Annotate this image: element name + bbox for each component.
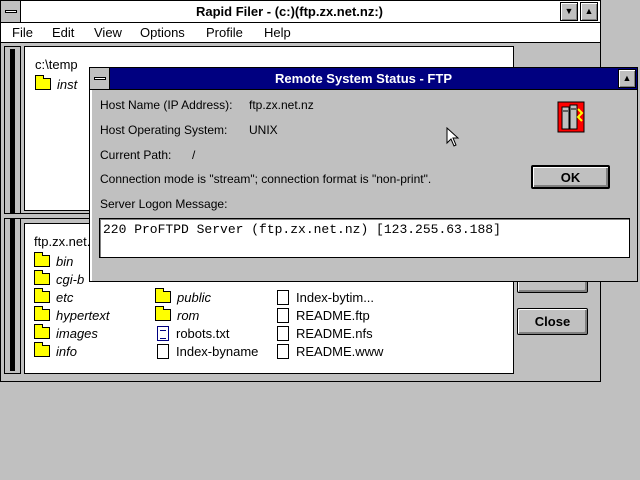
list-item[interactable]: bin (34, 252, 73, 270)
file-icon (277, 325, 289, 341)
menu-view[interactable]: View (94, 25, 122, 40)
logon-message-box: 220 ProFTPD Server (ftp.zx.net.nz) [123.… (99, 218, 630, 258)
file-icon (277, 289, 289, 305)
host-os-label: Host Operating System: (100, 123, 228, 137)
list-item[interactable]: cgi-b (34, 270, 84, 288)
list-item[interactable]: public (155, 288, 211, 306)
folder-icon (35, 75, 51, 90)
list-item[interactable]: Index-byname (157, 342, 258, 360)
list-item[interactable]: README.www (277, 342, 383, 360)
folder-icon (34, 324, 50, 339)
folder-icon (34, 306, 50, 321)
folder-icon (34, 342, 50, 357)
folder-icon (34, 252, 50, 267)
menu-help[interactable]: Help (264, 25, 291, 40)
list-item[interactable]: etc (34, 288, 73, 306)
main-titlebar[interactable]: Rapid Filer - (c:)(ftp.zx.net.nz:) ▼ ▲ (1, 1, 600, 23)
connection-mode-text: Connection mode is "stream"; connection … (100, 172, 432, 186)
minimize-button[interactable]: ▼ (560, 2, 578, 21)
system-menu-button[interactable] (1, 1, 21, 22)
dialog-title: Remote System Status - FTP (275, 71, 452, 86)
menu-profile[interactable]: Profile (206, 25, 243, 40)
local-path: c:\temp (35, 57, 78, 72)
list-item[interactable]: README.ftp (277, 306, 370, 324)
folder-icon (34, 288, 50, 303)
dialog-titlebar[interactable]: Remote System Status - FTP ▲ (90, 68, 637, 90)
list-item[interactable]: hypertext (34, 306, 109, 324)
folder-icon (155, 306, 171, 321)
dialog-maximize-button[interactable]: ▲ (618, 69, 636, 88)
dialog-system-menu-button[interactable] (90, 68, 110, 89)
maximize-icon: ▲ (584, 6, 594, 16)
maximize-icon: ▲ (622, 73, 632, 83)
logon-message-text: 220 ProFTPD Server (ftp.zx.net.nz) [123.… (103, 222, 501, 237)
host-name-value: ftp.zx.net.nz (249, 98, 314, 112)
file-icon (277, 343, 289, 359)
text-file-icon (157, 325, 169, 341)
list-item[interactable]: inst (35, 75, 77, 93)
left-scrollbar[interactable] (4, 46, 21, 374)
folder-icon (34, 270, 50, 285)
current-path-label: Current Path: (100, 148, 172, 162)
menu-options[interactable]: Options (140, 25, 185, 40)
folder-icon (155, 288, 171, 303)
list-item[interactable]: rom (155, 306, 199, 324)
file-icon (277, 307, 289, 323)
maximize-button[interactable]: ▲ (580, 2, 598, 21)
list-item[interactable]: README.nfs (277, 324, 373, 342)
ok-button[interactable]: OK (531, 165, 610, 189)
list-item[interactable]: images (34, 324, 98, 342)
list-item[interactable]: robots.txt (157, 324, 229, 342)
list-item[interactable]: Index-bytim... (277, 288, 374, 306)
file-icon (157, 343, 169, 359)
menu-bar: File Edit View Options Profile Help (1, 23, 600, 43)
menu-file[interactable]: File (12, 25, 33, 40)
menu-edit[interactable]: Edit (52, 25, 74, 40)
minimize-icon: ▼ (564, 6, 574, 16)
logon-message-label: Server Logon Message: (100, 197, 228, 211)
mouse-cursor-icon (446, 126, 460, 147)
current-path-value: / (192, 148, 196, 162)
main-window-title: Rapid Filer - (c:)(ftp.zx.net.nz:) (195, 4, 384, 19)
host-os-value: UNIX (249, 123, 278, 137)
host-name-label: Host Name (IP Address): (100, 98, 233, 112)
remote-status-dialog: Remote System Status - FTP ▲ Host Name (… (89, 67, 638, 282)
close-button[interactable]: Close (517, 308, 588, 335)
list-item[interactable]: info (34, 342, 77, 360)
server-icon (557, 101, 585, 133)
